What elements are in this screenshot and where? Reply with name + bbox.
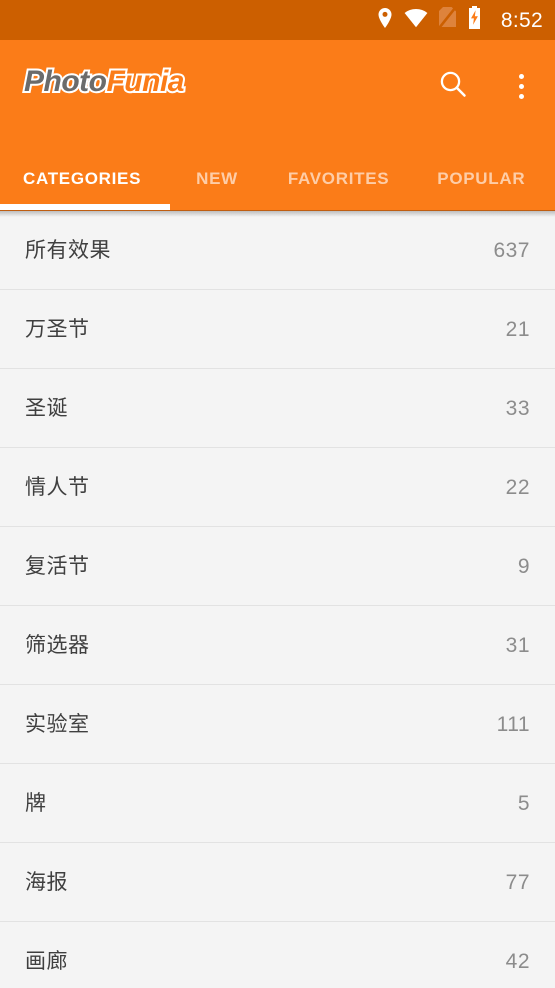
- category-count: 22: [505, 475, 530, 499]
- category-count: 9: [517, 554, 530, 578]
- tab-bar: CATEGORIES NEW FAVORITES POPULAR: [0, 145, 555, 211]
- category-count: 33: [505, 396, 530, 420]
- app-root: 8:52 PhotoFunia CATEGORIES NEW FAVORITES…: [0, 0, 555, 988]
- category-name: 万圣节: [25, 317, 90, 341]
- category-row[interactable]: 海报 77: [0, 843, 555, 922]
- category-list[interactable]: 所有效果 637 万圣节 21 圣诞 33 情人节 22 复活节 9 筛选器 31 实验室 111 牌 5 海报…: [0, 211, 555, 988]
- category-count: 42: [505, 949, 530, 973]
- category-count: 5: [517, 791, 530, 815]
- battery-charging-icon: [467, 6, 482, 34]
- category-row[interactable]: 所有效果 637: [0, 211, 555, 290]
- category-name: 海报: [25, 870, 68, 894]
- category-name: 画廊: [25, 949, 68, 973]
- category-name: 筛选器: [25, 633, 90, 657]
- tab-categories[interactable]: CATEGORIES: [23, 170, 141, 187]
- category-row[interactable]: 复活节 9: [0, 527, 555, 606]
- overflow-menu-icon: [518, 73, 524, 99]
- status-bar: 8:52: [0, 0, 555, 40]
- category-count: 111: [496, 712, 530, 736]
- tab-active-indicator: [0, 204, 170, 210]
- category-row[interactable]: 情人节 22: [0, 448, 555, 527]
- category-row[interactable]: 万圣节 21: [0, 290, 555, 369]
- tab-new[interactable]: NEW: [196, 170, 238, 187]
- app-toolbar: PhotoFunia: [0, 40, 555, 145]
- wifi-icon: [404, 8, 428, 33]
- status-bar-icons: 8:52: [376, 6, 543, 34]
- category-row[interactable]: 筛选器 31: [0, 606, 555, 685]
- category-row[interactable]: 牌5: [0, 764, 555, 843]
- category-row[interactable]: 圣诞 33: [0, 369, 555, 448]
- no-sim-card-icon: [438, 6, 457, 34]
- search-icon: [438, 69, 468, 104]
- category-name: 圣诞: [25, 396, 68, 420]
- overflow-menu-button[interactable]: [501, 66, 541, 106]
- app-logo-funia: Funia: [104, 65, 186, 99]
- status-bar-clock: 8:52: [500, 8, 543, 32]
- search-button[interactable]: [433, 66, 473, 106]
- category-name: 所有效果: [25, 238, 111, 262]
- location-pin-icon: [376, 7, 394, 34]
- category-name: 牌: [25, 791, 47, 815]
- category-count: 31: [505, 633, 530, 657]
- toolbar-actions: [433, 66, 541, 106]
- category-count: 21: [505, 317, 530, 341]
- tab-favorites[interactable]: FAVORITES: [288, 170, 389, 187]
- category-name: 复活节: [25, 554, 90, 578]
- app-logo-photo: Photo: [22, 65, 109, 99]
- category-name: 实验室: [25, 712, 90, 736]
- category-row[interactable]: 画廊 42: [0, 922, 555, 988]
- category-row[interactable]: 实验室 111: [0, 685, 555, 764]
- category-name: 情人节: [25, 475, 90, 499]
- app-logo: PhotoFunia: [22, 65, 186, 99]
- tab-popular[interactable]: POPULAR: [437, 170, 525, 187]
- category-count: 637: [493, 238, 530, 262]
- category-count: 77: [505, 870, 530, 894]
- toolbar-drop-shadow: [0, 210, 555, 217]
